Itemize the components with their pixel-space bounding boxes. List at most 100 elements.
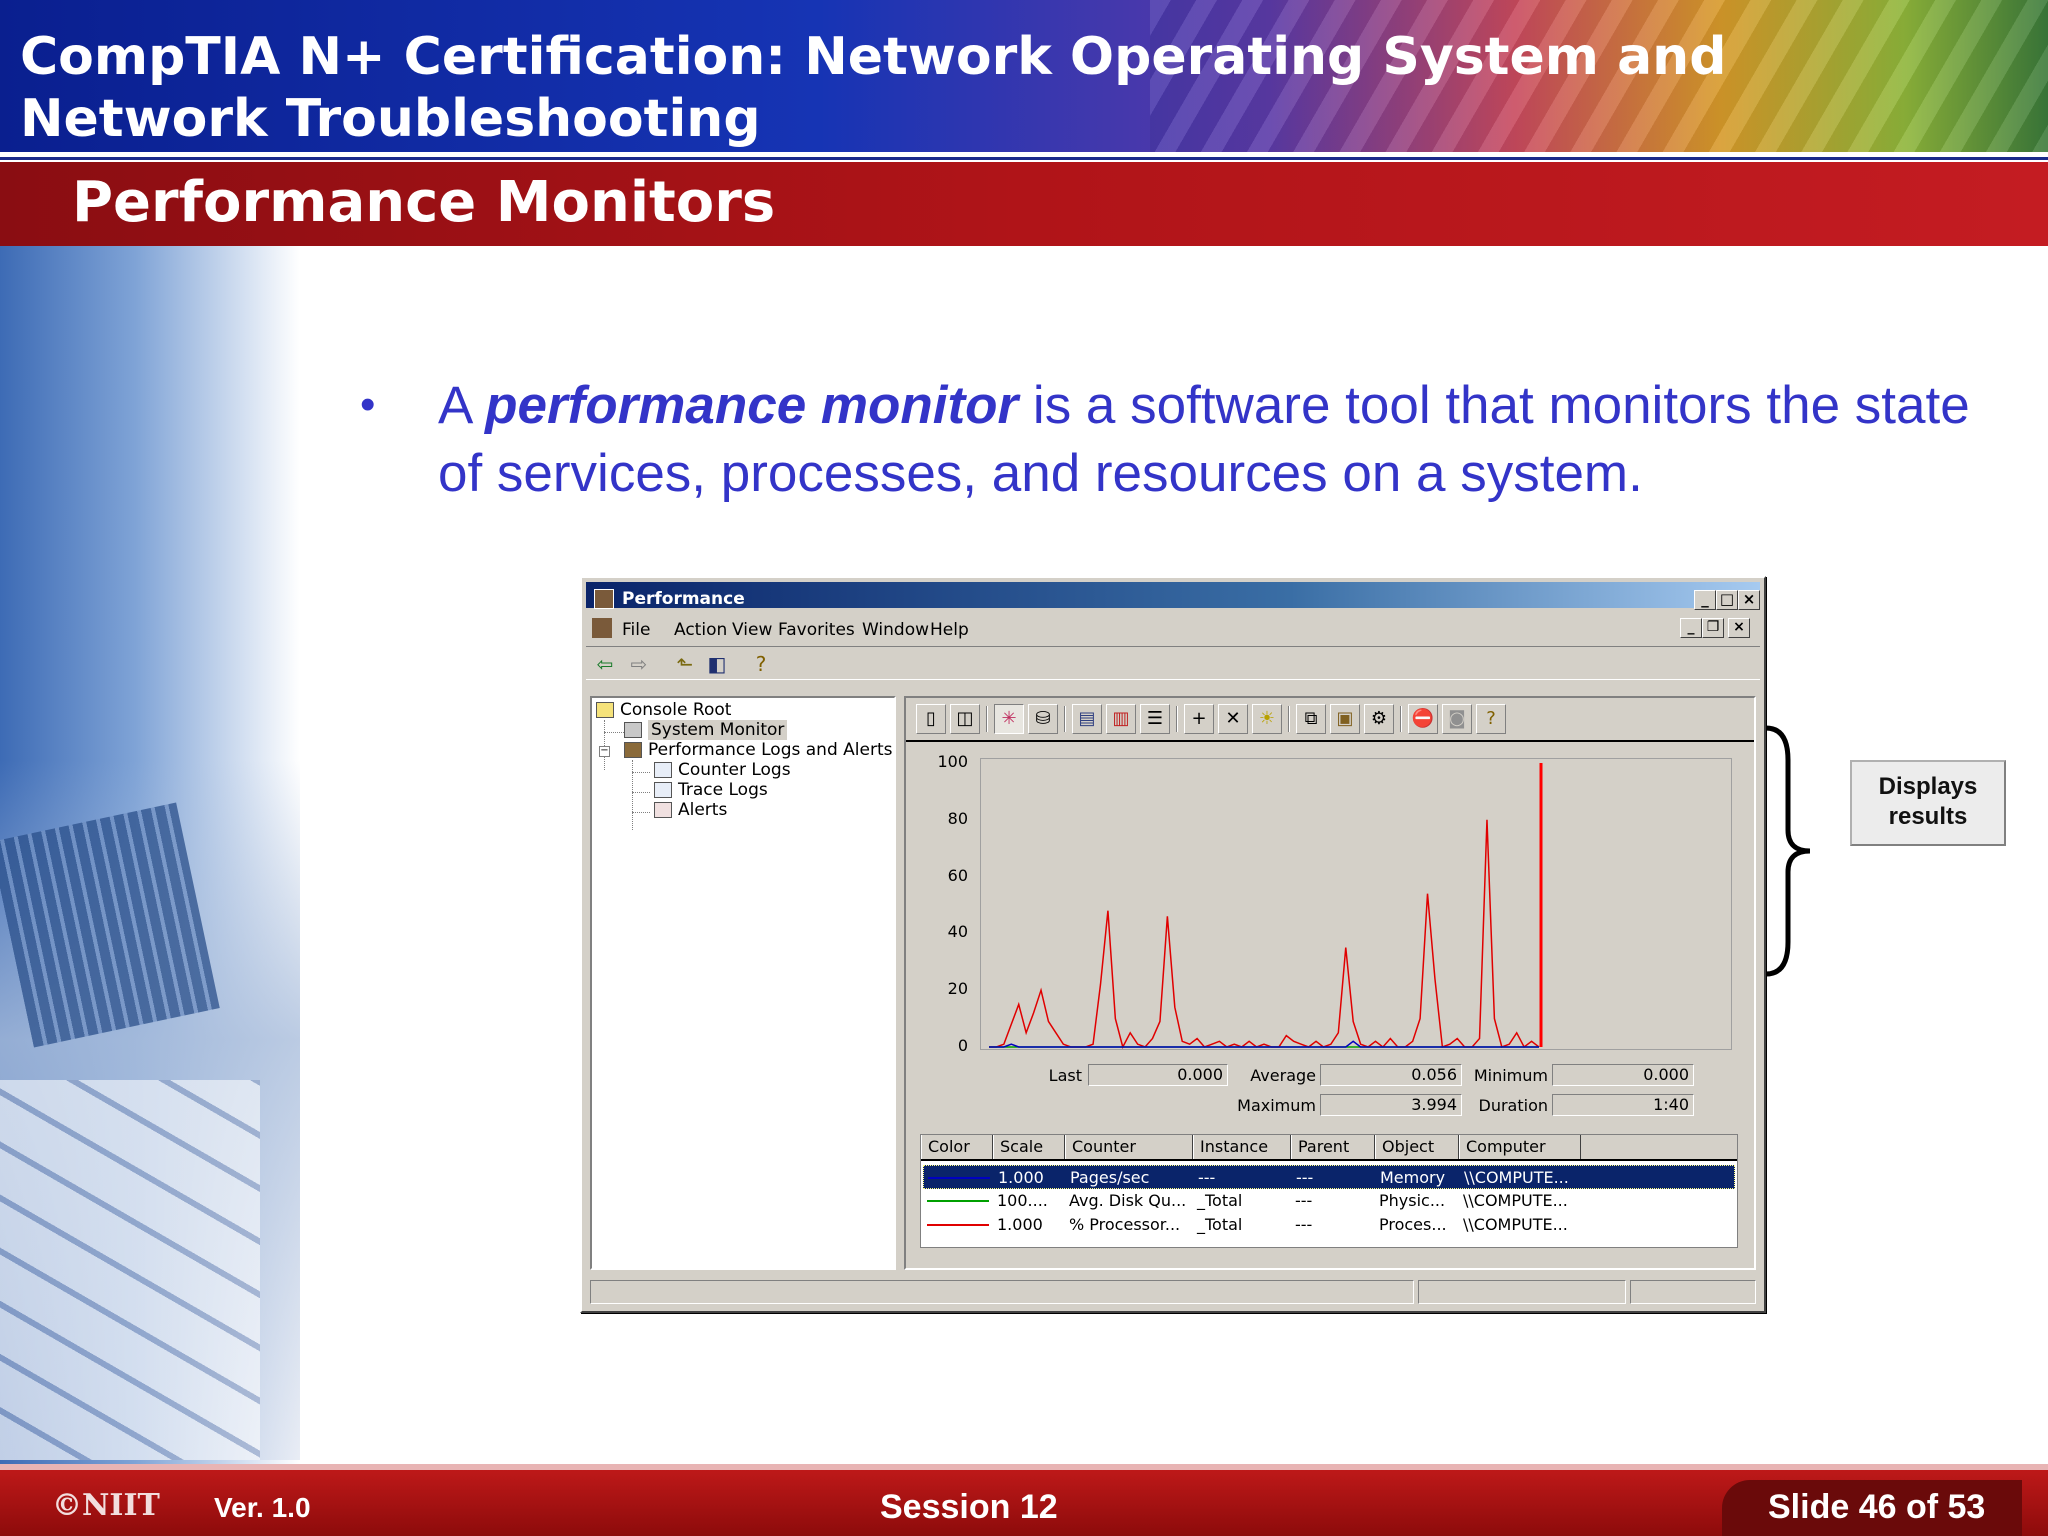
table-row[interactable]: 1.000 % Processor... _Total --- Proces..… <box>923 1213 1735 1237</box>
help-icon[interactable]: ? <box>748 652 774 676</box>
update-data-icon[interactable]: ◙ <box>1442 704 1472 734</box>
tree-item-alerts[interactable]: Alerts <box>654 800 727 822</box>
view-histogram-icon[interactable]: ▥ <box>1106 704 1136 734</box>
maximize-button[interactable]: □ <box>1716 590 1738 610</box>
close-button[interactable]: × <box>1738 590 1760 610</box>
copy-properties-icon[interactable]: ⧉ <box>1296 704 1326 734</box>
tree-item-system-monitor[interactable]: System Monitor <box>624 720 788 742</box>
clear-display-icon[interactable]: ◫ <box>950 704 980 734</box>
menu-favorites[interactable]: Favorites <box>778 620 855 640</box>
toolbar-divider <box>906 740 1754 742</box>
up-folder-icon[interactable]: ⬑ <box>672 652 698 676</box>
cell-scale: 1.000 <box>998 1168 1044 1187</box>
minimize-button[interactable]: _ <box>1694 590 1716 610</box>
toolbar-separator <box>1288 706 1290 732</box>
tree-label-console-root: Console Root <box>620 700 732 720</box>
toolbar-separator <box>1400 706 1402 732</box>
tree-item-trace-logs[interactable]: Trace Logs <box>654 780 768 802</box>
y-tick-label: 100 <box>937 752 968 771</box>
highlight-icon[interactable]: ☀ <box>1252 704 1282 734</box>
menu-action[interactable]: Action <box>674 620 727 640</box>
child-minimize-button[interactable]: _ <box>1680 618 1702 638</box>
menu-file[interactable]: File <box>622 620 650 640</box>
menu-view[interactable]: View <box>732 620 772 640</box>
cell-counter: % Processor... <box>1069 1215 1181 1234</box>
bullet-prefix: A <box>438 376 486 435</box>
folder-icon <box>596 702 614 718</box>
cell-object: Proces... <box>1379 1215 1447 1234</box>
performance-graph <box>980 758 1732 1050</box>
delete-counter-icon[interactable]: ✕ <box>1218 704 1248 734</box>
cell-object: Memory <box>1380 1168 1446 1187</box>
status-pane <box>590 1280 1414 1304</box>
cell-instance: _Total <box>1197 1191 1243 1210</box>
table-row[interactable]: 100.... Avg. Disk Qu... _Total --- Physi… <box>923 1189 1735 1213</box>
freeze-display-icon[interactable]: ⛔ <box>1408 704 1438 734</box>
cell-instance: _Total <box>1197 1215 1243 1234</box>
cell-object: Physic... <box>1379 1191 1446 1210</box>
column-header-color[interactable]: Color <box>921 1135 993 1159</box>
tree-label-alerts: Alerts <box>678 800 728 820</box>
version-label: Ver. 1.0 <box>214 1492 311 1523</box>
y-tick-label: 0 <box>957 1036 968 1055</box>
status-pane <box>1418 1280 1626 1304</box>
add-counter-icon[interactable]: + <box>1184 704 1214 734</box>
y-tick-label: 20 <box>947 979 968 999</box>
cell-parent: --- <box>1295 1191 1313 1210</box>
session-label: Session 12 <box>880 1488 1058 1526</box>
system-monitor-icon <box>624 722 642 738</box>
tree-connector <box>632 772 650 773</box>
slide-number: Slide 46 of 53 <box>1768 1488 1986 1526</box>
cell-scale: 1.000 <box>997 1215 1043 1234</box>
menu-window[interactable]: Window <box>862 620 929 640</box>
view-report-icon[interactable]: ☰ <box>1140 704 1170 734</box>
child-restore-button[interactable]: ❐ <box>1702 618 1724 638</box>
console-system-menu-icon[interactable] <box>592 618 612 638</box>
window-titlebar[interactable]: Performance _ □ × <box>586 582 1760 610</box>
tree-label-trace-logs: Trace Logs <box>678 780 768 800</box>
status-pane <box>1630 1280 1756 1304</box>
series-line <box>989 819 1540 1050</box>
counter-logs-icon <box>654 762 672 778</box>
performance-window: Performance _ □ × File Action View Favor… <box>580 576 1766 1313</box>
course-title: CompTIA N+ Certification: Network Operat… <box>20 27 1727 149</box>
bullet-marker: • <box>360 380 376 429</box>
cell-parent: --- <box>1296 1168 1314 1187</box>
properties-icon[interactable]: ⚙ <box>1364 704 1394 734</box>
tree-item-counter-logs[interactable]: Counter Logs <box>654 760 791 782</box>
cell-parent: --- <box>1295 1215 1313 1234</box>
tree-item-performance-logs-alerts[interactable]: Performance Logs and Alerts <box>624 740 892 762</box>
help-icon[interactable]: ? <box>1476 704 1506 734</box>
new-counter-set-icon[interactable]: ▯ <box>916 704 946 734</box>
view-graph-icon[interactable]: ▤ <box>1072 704 1102 734</box>
stat-maximum-value: 3.994 <box>1320 1094 1462 1116</box>
show-hide-tree-icon[interactable]: ◧ <box>704 652 730 676</box>
column-header-computer[interactable]: Computer <box>1459 1135 1581 1159</box>
footer-stripe <box>0 1464 2048 1470</box>
table-header: Color Scale Counter Instance Parent Obje… <box>921 1135 1737 1161</box>
child-close-button[interactable]: × <box>1728 618 1750 638</box>
column-header-object[interactable]: Object <box>1375 1135 1459 1159</box>
menu-help[interactable]: Help <box>930 620 969 640</box>
series-color-swatch <box>927 1224 989 1226</box>
tree-label-counter-logs: Counter Logs <box>678 760 791 780</box>
window-title: Performance <box>622 589 745 609</box>
column-header-instance[interactable]: Instance <box>1193 1135 1291 1159</box>
cell-computer: \\COMPUTE... <box>1463 1215 1568 1234</box>
column-header-parent[interactable]: Parent <box>1291 1135 1375 1159</box>
collapse-toggle-icon[interactable]: − <box>599 746 610 757</box>
stat-maximum-label: Maximum <box>1237 1096 1316 1115</box>
back-arrow-icon[interactable]: ⇦ <box>592 652 618 676</box>
stat-duration-label: Duration <box>1478 1096 1549 1115</box>
view-current-activity-icon[interactable]: ✳ <box>994 704 1024 734</box>
alerts-icon <box>654 802 672 818</box>
paste-counter-list-icon[interactable]: ▣ <box>1330 704 1360 734</box>
tree-connector <box>604 732 624 733</box>
forward-arrow-icon[interactable]: ⇨ <box>626 652 652 676</box>
table-row[interactable]: 1.000 Pages/sec --- --- Memory \\COMPUTE… <box>923 1165 1735 1189</box>
column-header-scale[interactable]: Scale <box>993 1135 1065 1159</box>
console-tree: Console Root System Monitor − Performanc… <box>590 696 896 1270</box>
tree-item-console-root[interactable]: Console Root <box>596 700 731 722</box>
column-header-counter[interactable]: Counter <box>1065 1135 1193 1159</box>
view-log-data-icon[interactable]: ⛁ <box>1028 704 1058 734</box>
